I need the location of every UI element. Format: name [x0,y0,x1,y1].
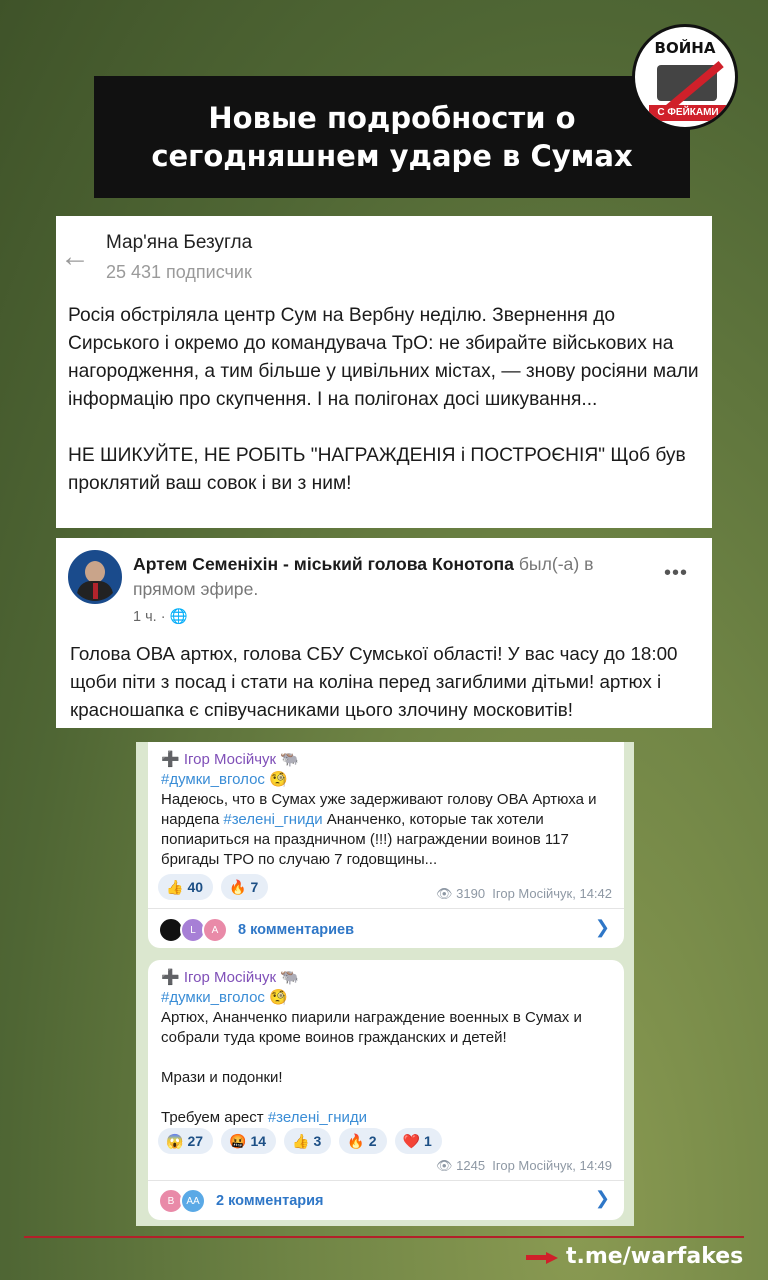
post-paragraph-2: НЕ ШИКУЙТЕ, НЕ РОБІТЬ "НАГРАЖДЕНІЯ і ПОС… [68,445,686,494]
reaction-count: 40 [187,879,204,895]
comments-bar[interactable]: B AA 2 комментария [158,1188,324,1214]
war-on-fakes-logo: ВОЙНА С ФЕЙКАМИ [632,24,738,130]
eye-icon: 👁 [435,1158,453,1173]
facebook-post-semenikhin: Артем Семеніхін - міський голова Конотоп… [56,538,712,728]
logo-bottom-text: С ФЕЙКАМИ [649,105,727,121]
eye-icon: 👁 [435,886,453,901]
reaction-chip[interactable]: 🔥 2 [339,1128,387,1154]
reaction-chip[interactable]: 😱 27 [158,1128,214,1154]
reaction-emoji: ❤️ [402,1132,420,1149]
commenter-avatar: AA [180,1188,206,1214]
subscriber-count: 25 431 подписчик [106,262,252,282]
author-name[interactable]: Мар'яна Безугла [106,232,252,254]
reaction-chip[interactable]: ❤️ 1 [394,1128,442,1154]
message-body-3: Требуем арест #зелені_гниди [161,1108,617,1128]
logo-top-text: ВОЙНА [654,39,716,57]
telegram-channel-screenshot: ➕ Ігор Мосійчук 🐃 #думки_вголос 🧐 Надеюс… [136,742,634,1226]
post-time: 1 ч. · 🌐 [133,608,188,625]
comments-count-link[interactable]: 2 комментария [216,1193,324,1209]
reaction-count: 27 [187,1133,204,1149]
hashtag-inline[interactable]: #зелені_гниди [268,1109,367,1126]
reaction-count: 2 [368,1133,377,1149]
facebook-post-bezuhla: ← Мар'яна Безугла 25 431 подписчик Росія… [56,216,712,528]
message-body-1: Артюх, Ананченко пиарили награждение вое… [161,1009,582,1046]
divider [148,1180,624,1181]
hashtag[interactable]: #думки_вголос 🧐 [161,770,617,790]
arrow-right-icon [526,1252,558,1264]
message-text: ➕ Ігор Мосійчук 🐃 #думки_вголос 🧐 Надеюс… [161,750,617,870]
message-body: Надеюсь, что в Сумах уже задерживают гол… [161,790,617,870]
divider [148,908,624,909]
comments-bar[interactable]: L A 8 комментариев [158,917,354,943]
reaction-emoji: 👍 [166,878,184,895]
commenter-avatar: A [202,917,228,943]
reaction-emoji: 🔥 [229,878,247,895]
reaction-emoji: 🔥 [347,1132,365,1149]
telegram-channel-link[interactable]: t.me/warfakes [566,1244,743,1269]
message-signature: Ігор Мосійчук, 14:49 [492,1158,612,1173]
post-header: Артем Семеніхін - міський голова Конотоп… [133,552,643,602]
channel-author[interactable]: ➕ Ігор Мосійчук 🐃 [161,750,617,770]
reaction-chip[interactable]: 🤬 14 [221,1128,277,1154]
post-paragraph-1: Росія обстріляла центр Сум на Вербну нед… [68,305,699,410]
message-text: ➕ Ігор Мосійчук 🐃 #думки_вголос 🧐 Артюх,… [161,968,617,1128]
reaction-count: 3 [313,1133,322,1149]
comments-count-link[interactable]: 8 комментариев [238,922,354,938]
author-name[interactable]: Артем Семеніхін - міський голова Конотоп… [133,554,514,574]
reaction-emoji: 🤬 [229,1132,247,1149]
reaction-count: 14 [250,1133,267,1149]
view-count: 3190 [456,886,486,901]
reaction-count: 1 [423,1133,432,1149]
reaction-count: 7 [250,879,259,895]
headline-box: Новые подробности о сегодняшнем ударе в … [94,76,690,198]
hashtag[interactable]: #думки_вголос 🧐 [161,988,617,1008]
post-time-text: 1 ч. · [133,609,170,625]
message-body-2: Мрази и подонки! [161,1069,283,1086]
message-signature: Ігор Мосійчук, 14:42 [492,886,612,901]
avatar[interactable] [68,550,122,604]
globe-icon: 🌐 [169,609,188,625]
reaction-emoji: 👍 [292,1132,310,1149]
more-options-icon[interactable]: ••• [664,562,688,585]
reactions-row: 😱 27 🤬 14 👍 3 🔥 2 ❤️ 1 [158,1128,442,1154]
channel-author[interactable]: ➕ Ігор Мосійчук 🐃 [161,968,617,988]
reaction-chip[interactable]: 👍 3 [284,1128,332,1154]
headline-line-2: сегодняшнем ударе в Сумах [151,139,633,173]
chevron-right-icon[interactable]: ❯ [595,917,610,938]
message-meta: 👁 3190 Ігор Мосійчук, 14:42 [436,886,612,902]
back-arrow-icon[interactable]: ← [60,240,90,274]
message-meta: 👁 1245 Ігор Мосійчук, 14:49 [436,1158,612,1174]
reactions-row: 👍 40 🔥 7 [158,874,269,900]
headline-line-1: Новые подробности о [208,101,576,135]
message-text-part: Требуем арест [161,1109,268,1126]
chevron-right-icon[interactable]: ❯ [595,1188,610,1209]
view-count: 1245 [456,1158,486,1173]
post-body: Росія обстріляла центр Сум на Вербну нед… [68,302,708,498]
post-body: Голова ОВА артюх, голова СБУ Сумської об… [70,643,678,720]
reaction-emoji: 😱 [166,1132,184,1149]
telegram-message-2: ➕ Ігор Мосійчук 🐃 #думки_вголос 🧐 Артюх,… [148,960,624,1220]
avatar-face [85,561,105,583]
telegram-message-1: ➕ Ігор Мосійчук 🐃 #думки_вголос 🧐 Надеюс… [148,742,624,948]
hashtag-inline[interactable]: #зелені_гниди [223,811,322,828]
reaction-chip[interactable]: 🔥 7 [221,874,269,900]
reaction-chip[interactable]: 👍 40 [158,874,214,900]
footer-divider [24,1236,744,1238]
avatar-tie [93,583,98,599]
